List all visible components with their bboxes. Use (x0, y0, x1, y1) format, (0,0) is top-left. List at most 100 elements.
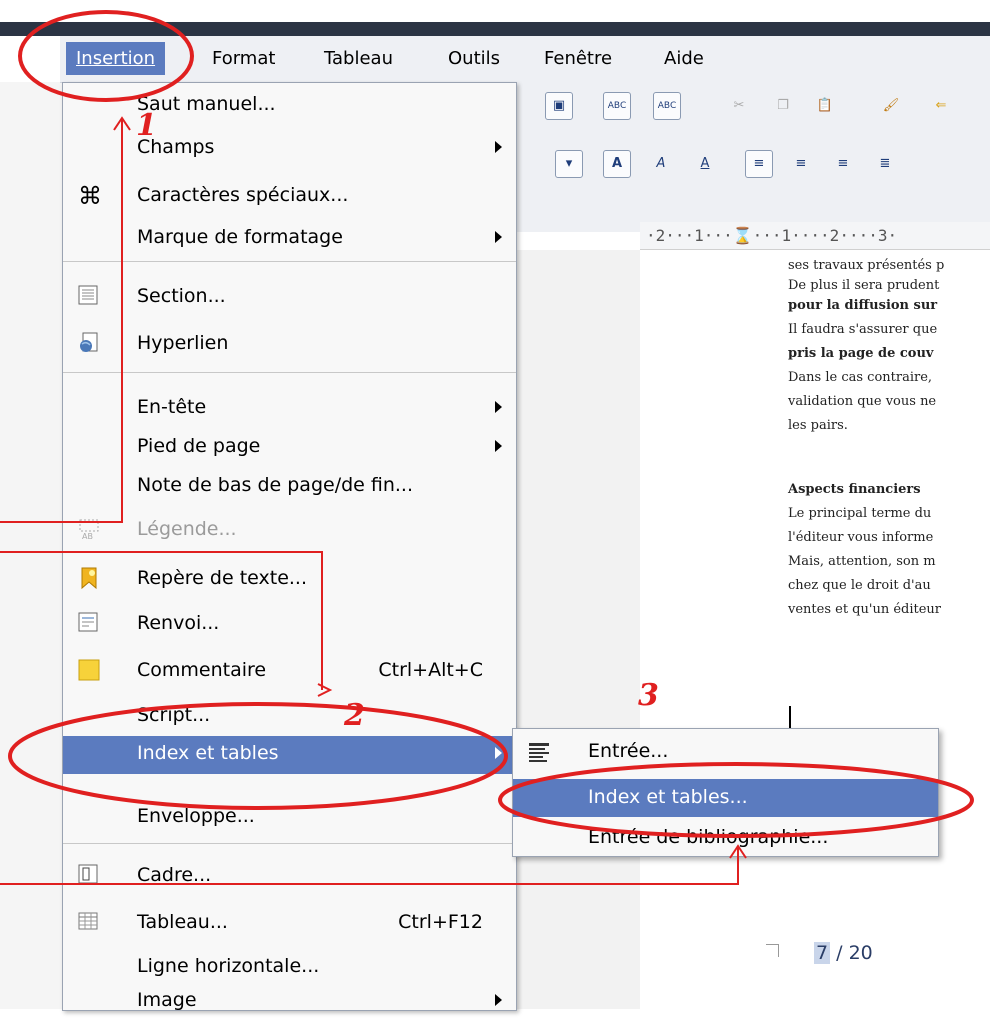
doc-line: validation que vous ne (788, 394, 937, 409)
doc-line: chez que le droit d'au (788, 578, 931, 593)
left-edge-panel (0, 82, 62, 1009)
submenu-item-label: Entrée de bibliographie... (588, 826, 829, 848)
step-label-2: 2 (344, 698, 365, 733)
menu-item-label: Tableau... (137, 911, 228, 933)
menu-item-commentaire[interactable]: Commentaire Ctrl+Alt+C (63, 653, 516, 689)
menu-item-label: Repère de texte... (137, 567, 308, 589)
doc-line: les pairs. (788, 418, 848, 433)
dropdown-arrow-icon[interactable]: ▾ (555, 150, 583, 178)
menu-item-enveloppe[interactable]: Enveloppe... (63, 799, 516, 835)
hyperlink-icon (77, 331, 103, 357)
submenu-item-entree[interactable]: Entrée... (513, 733, 938, 771)
menu-item-index-et-tables[interactable]: Index et tables (63, 736, 516, 774)
menu-item-label: Marque de formatage (137, 226, 343, 248)
title-bar (0, 22, 990, 36)
justify-icon[interactable]: ≣ (871, 150, 899, 178)
submenu-item-label: Entrée... (588, 740, 669, 762)
submenu-item-index-et-tables[interactable]: Index et tables... (513, 779, 938, 817)
menu-item-label: En-tête (137, 396, 207, 418)
cut-icon[interactable]: ✂ (725, 92, 753, 120)
doc-line: ses travaux présentés p (788, 258, 945, 273)
spellcheck-icon[interactable]: ABC (603, 92, 631, 120)
menu-item-renvoi[interactable]: Renvoi... (63, 606, 516, 642)
menu-insertion[interactable]: Insertion (66, 42, 166, 75)
menu-format[interactable]: Format (212, 48, 275, 69)
menu-outils[interactable]: Outils (448, 48, 500, 69)
doc-line: l'éditeur vous informe (788, 530, 934, 545)
submenu-arrow-icon (495, 440, 502, 452)
step-label-1: 1 (136, 108, 157, 143)
menu-item-label: Saut manuel... (137, 93, 276, 115)
align-left-icon[interactable]: ≡ (745, 150, 773, 178)
doc-line: Il faudra s'assurer que (788, 322, 938, 337)
menu-item-label: Renvoi... (137, 612, 220, 634)
submenu-item-label: Index et tables... (588, 786, 748, 808)
menu-item-label: Note de bas de page/de fin... (137, 474, 414, 496)
document-page[interactable]: ses travaux présentés p De plus il sera … (640, 250, 990, 1009)
menu-item-shortcut: Ctrl+Alt+C (378, 659, 483, 681)
menu-item-image[interactable]: Image (63, 983, 516, 1019)
menu-fenetre[interactable]: Fenêtre (544, 48, 612, 69)
menu-item-label: Caractères spéciaux... (137, 184, 349, 206)
menu-item-script[interactable]: Script... (63, 698, 516, 734)
menu-tableau[interactable]: Tableau (324, 48, 393, 69)
doc-line: Aspects financiers (788, 482, 921, 497)
page-total: / 20 (830, 942, 873, 964)
caption-icon: AB (77, 517, 103, 543)
menu-item-saut-manuel[interactable]: Saut manuel... (63, 87, 516, 123)
copy-icon[interactable]: ❐ (769, 92, 797, 120)
menu-item-repere-de-texte[interactable]: Repère de texte... (63, 561, 516, 597)
svg-text:AB: AB (82, 532, 93, 541)
submenu-arrow-icon (495, 994, 502, 1006)
index-submenu: Entrée... Index et tables... Entrée de b… (512, 728, 939, 857)
ruler: ·2···1···⌛···1····2····3· (640, 222, 990, 250)
align-right-icon[interactable]: ≡ (829, 150, 857, 178)
menu-item-label: Index et tables (137, 742, 279, 764)
doc-line: De plus il sera prudent (788, 278, 940, 293)
format-paintbrush-icon[interactable]: 🖌 (877, 92, 905, 120)
menu-aide[interactable]: Aide (664, 48, 704, 69)
align-center-icon[interactable]: ≡ (787, 150, 815, 178)
italic-icon[interactable]: A (647, 150, 675, 178)
submenu-arrow-icon (495, 231, 502, 243)
doc-line: pris la page de couv (788, 346, 934, 361)
menu-item-section[interactable]: Section... (63, 279, 516, 315)
bold-icon[interactable]: A (603, 150, 631, 178)
menu-bar: Insertion Format Tableau Outils Fenêtre … (60, 36, 990, 83)
page-corner-marker (766, 944, 779, 957)
menu-item-label: Légende... (137, 518, 237, 540)
menu-item-cadre[interactable]: Cadre... (63, 858, 516, 894)
menu-item-en-tete[interactable]: En-tête (63, 390, 516, 426)
cross-reference-icon (77, 611, 103, 637)
toolbar-area: ▣ ABC ABC ✂ ❐ 📋 🖌 ⇐ ▾ A A A ≡ ≡ ≡ ≣ (515, 82, 990, 232)
step-label-3: 3 (638, 678, 659, 713)
menu-item-label: Section... (137, 285, 226, 307)
menu-item-ligne-horizontale[interactable]: Ligne horizontale... (63, 949, 516, 985)
menu-item-pied-de-page[interactable]: Pied de page (63, 429, 516, 465)
save-icon[interactable]: ▣ (545, 92, 573, 120)
menu-item-label: Enveloppe... (137, 805, 255, 827)
menu-item-tableau[interactable]: Tableau... Ctrl+F12 (63, 905, 516, 941)
menu-item-label: Image (137, 989, 197, 1011)
menu-item-champs[interactable]: Champs (63, 130, 516, 166)
document-margin (515, 250, 640, 1009)
insertion-menu: Saut manuel... Champs ⌘ Caractères spéci… (62, 82, 517, 1011)
menu-item-note-bas-de-page[interactable]: Note de bas de page/de fin... (63, 468, 516, 504)
paste-icon[interactable]: 📋 (811, 92, 839, 120)
command-icon: ⌘ (78, 182, 102, 210)
text-cursor (789, 706, 791, 728)
autospell-icon[interactable]: ABC (653, 92, 681, 120)
submenu-item-entree-bibliographie[interactable]: Entrée de bibliographie... (513, 819, 938, 857)
index-entry-icon (527, 740, 551, 764)
doc-line: pour la diffusion sur (788, 298, 938, 313)
menu-separator (63, 261, 516, 262)
underline-icon[interactable]: A (691, 150, 719, 178)
menu-item-legende: AB Légende... (63, 512, 516, 548)
page-indicator[interactable]: 7 / 20 (814, 942, 873, 964)
menu-item-hyperlien[interactable]: Hyperlien (63, 326, 516, 362)
menu-item-caracteres-speciaux[interactable]: ⌘ Caractères spéciaux... (63, 178, 516, 214)
menu-item-marque-formatage[interactable]: Marque de formatage (63, 220, 516, 256)
table-icon (77, 910, 103, 936)
frame-icon (77, 863, 103, 889)
undo-icon[interactable]: ⇐ (927, 92, 955, 120)
